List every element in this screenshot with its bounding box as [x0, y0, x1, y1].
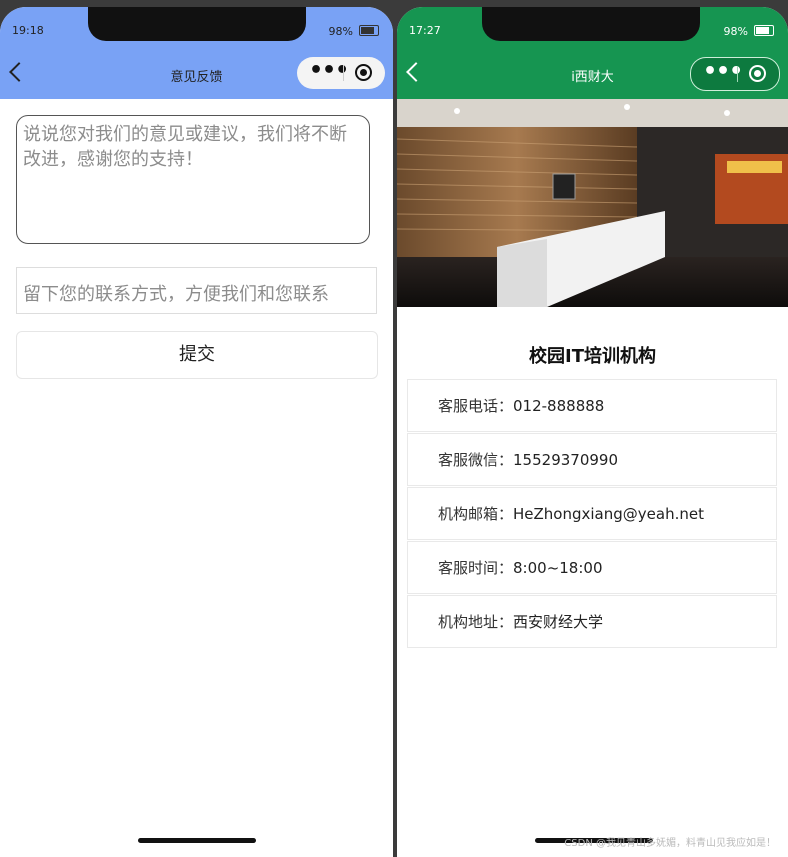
info-hours: 客服时间： 8:00~18:00 [407, 541, 777, 594]
miniprogram-capsule: ••• [297, 57, 385, 89]
info-phone: 客服电话： 012-888888 [407, 379, 777, 432]
submit-button[interactable]: 提交 [16, 331, 378, 379]
info-wechat: 客服微信： 15529370990 [407, 433, 777, 486]
info-label: 客服时间： [438, 559, 514, 577]
notch [88, 7, 306, 41]
close-miniprogram-icon[interactable] [355, 64, 372, 81]
feedback-textarea[interactable]: 说说您对我们的意见或建议，我们将不断改进，感谢您的支持！ [16, 115, 370, 244]
info-value: 15529370990 [513, 450, 618, 469]
notch [482, 7, 700, 41]
contact-input[interactable]: 留下您的联系方式，方便我们和您联系 [16, 267, 377, 314]
phone-feedback-screen: 19:18 98% 意见反馈 ••• 说说您对我们的意见或建议，我们将不断改进，… [0, 7, 393, 857]
nav-bar: 意见反馈 ••• [0, 47, 393, 99]
info-value: 012-888888 [513, 396, 605, 415]
info-email: 机构邮箱： HeZhongxiang@yeah.net [407, 487, 777, 540]
capsule-divider [343, 65, 344, 81]
watermark: CSDN @我见青山多妩媚，料青山见我应如是！ [564, 838, 776, 849]
info-value: 8:00~18:00 [513, 558, 603, 577]
info-label: 客服电话： [438, 397, 514, 415]
info-address: 机构地址： 西安财经大学 [407, 595, 777, 648]
battery-percent: 98% [328, 25, 353, 38]
lobby-photo [397, 99, 788, 307]
info-label: 机构邮箱： [438, 505, 514, 523]
lobby-banner-image [397, 99, 788, 307]
close-miniprogram-icon[interactable] [749, 65, 766, 82]
nav-bar: i西财大 ••• [397, 47, 788, 99]
status-time: 17:27 [409, 24, 441, 37]
home-indicator [138, 838, 256, 843]
battery-percent: 98% [723, 25, 748, 38]
status-time: 19:18 [12, 24, 44, 37]
capsule-divider [737, 66, 738, 82]
info-value: 西安财经大学 [513, 613, 604, 631]
contact-info-list: 客服电话： 012-888888 客服微信： 15529370990 机构邮箱：… [407, 379, 777, 649]
org-title: 校园IT培训机构 [529, 346, 656, 367]
info-value: HeZhongxiang@yeah.net [513, 504, 704, 523]
info-label: 客服微信： [438, 451, 514, 469]
battery-icon [754, 25, 774, 36]
phone-contact-screen: 17:27 98% i西财大 ••• 校园IT培训机构 客服电话： 012-88… [397, 7, 788, 857]
battery-icon [359, 25, 379, 36]
info-label: 机构地址： [438, 613, 514, 631]
miniprogram-capsule: ••• [690, 57, 780, 91]
